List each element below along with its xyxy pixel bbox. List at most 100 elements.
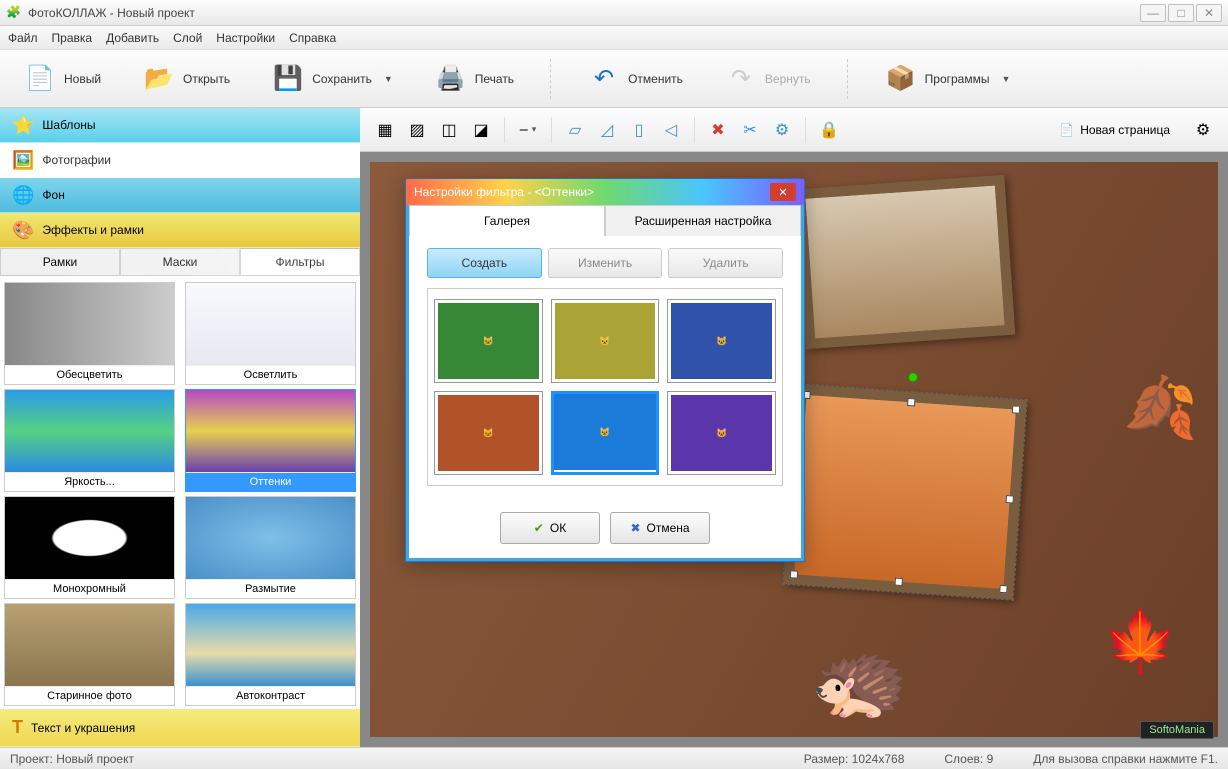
filter-thumb [186, 604, 355, 686]
print-label: Печать [475, 72, 514, 86]
minimize-button[interactable]: — [1140, 4, 1166, 22]
filter-item[interactable]: Старинное фото [4, 603, 175, 706]
resize-handle[interactable] [894, 578, 903, 587]
undo-icon: ↶ [588, 63, 620, 95]
filter-list[interactable]: ОбесцветитьОсветлитьЯркость...ОттенкиМон… [0, 276, 360, 709]
side-text[interactable]: TТекст и украшения [0, 709, 360, 747]
flip-v-button[interactable]: ◁ [656, 116, 686, 144]
hedgehog-decoration[interactable]: 🦔 [810, 633, 910, 727]
filter-item[interactable]: Автоконтраст [185, 603, 356, 706]
lock-button[interactable]: 🔒 [814, 116, 844, 144]
dialog-buttons: ✔ ОК ✖Отмена [409, 498, 801, 558]
resize-handle[interactable] [1005, 495, 1014, 504]
menu-edit[interactable]: Правка [52, 31, 93, 45]
page-settings-button[interactable]: ⚙ [1188, 116, 1218, 144]
resize-handle[interactable] [1012, 405, 1021, 414]
leaf-decoration[interactable]: 🍁 [1103, 606, 1178, 677]
bring-forward-button[interactable]: ◫ [434, 116, 464, 144]
resize-handle[interactable] [999, 585, 1008, 594]
photo-frame[interactable] [795, 175, 1016, 349]
redo-button[interactable]: ↷Вернуть [719, 59, 817, 99]
preset-swatch[interactable]: 🐱 [667, 299, 776, 383]
filter-item[interactable]: Осветлить [185, 282, 356, 385]
resize-handle[interactable] [790, 570, 799, 579]
filter-item[interactable]: Оттенки [185, 389, 356, 492]
palette-icon: 🎨 [12, 220, 34, 241]
leaf-decoration[interactable]: 🍂 [1123, 372, 1198, 443]
skew-button[interactable]: ◿ [592, 116, 622, 144]
filter-thumb [186, 390, 355, 472]
dialog-delete-button[interactable]: Удалить [668, 248, 783, 278]
ok-label: ОК [550, 521, 566, 535]
filter-item[interactable]: Монохромный [4, 496, 175, 599]
open-button[interactable]: 📂Открыть [137, 59, 236, 99]
side-photos[interactable]: 🖼️Фотографии [0, 143, 360, 178]
new-button[interactable]: 📄 Новый [18, 59, 107, 99]
preset-preview: 🐱 [438, 303, 539, 379]
dialog-tab-gallery[interactable]: Галерея [409, 205, 605, 236]
check-icon: ✔ [534, 521, 544, 535]
separator [551, 117, 552, 143]
programs-button[interactable]: 📦Программы▼ [879, 59, 1017, 99]
print-button[interactable]: 🖨️Печать [429, 59, 520, 99]
resize-handle[interactable] [907, 398, 916, 407]
preset-swatch[interactable]: 🐱 [667, 391, 776, 475]
dialog-cancel-button[interactable]: ✖Отмена [610, 512, 710, 544]
dialog-tab-advanced[interactable]: Расширенная настройка [605, 205, 801, 236]
filter-item[interactable]: Яркость... [4, 389, 175, 492]
layer-settings-button[interactable]: ⚙ [767, 116, 797, 144]
side-effects[interactable]: 🎨Эффекты и рамки [0, 213, 360, 248]
redo-label: Вернуть [765, 72, 811, 86]
send-backward-button[interactable]: ◪ [466, 116, 496, 144]
subtab-frames[interactable]: Рамки [0, 248, 120, 275]
subtab-filters[interactable]: Фильтры [240, 248, 360, 275]
send-back-button[interactable]: ▨ [402, 116, 432, 144]
side-templates[interactable]: ⭐Шаблоны [0, 108, 360, 143]
status-bar: Проект: Новый проект Размер: 1024x768 Сл… [0, 747, 1228, 769]
side-background[interactable]: 🌐Фон [0, 178, 360, 213]
dialog-title: Настройки фильтра - <Оттенки> [414, 185, 594, 199]
preset-swatch[interactable]: 🐱 [434, 299, 543, 383]
filter-label: Автоконтраст [186, 686, 355, 705]
align-button[interactable]: ⎯▾ [513, 116, 543, 144]
close-button[interactable]: ✕ [1196, 4, 1222, 22]
crop-button[interactable]: ✂ [735, 116, 765, 144]
menu-layer[interactable]: Слой [173, 31, 202, 45]
undo-label: Отменить [628, 72, 683, 86]
status-size: Размер: 1024x768 [804, 752, 905, 766]
new-icon: 📄 [24, 63, 56, 95]
subtab-masks[interactable]: Маски [120, 248, 240, 275]
dialog-edit-button[interactable]: Изменить [548, 248, 663, 278]
filter-item[interactable]: Размытие [185, 496, 356, 599]
filter-item[interactable]: Обесцветить [4, 282, 175, 385]
dropdown-icon[interactable]: ▼ [384, 74, 393, 84]
dialog-create-button[interactable]: Создать [427, 248, 542, 278]
preset-swatch[interactable]: 🐱 [551, 299, 660, 383]
menu-file[interactable]: Файл [8, 31, 38, 45]
menu-settings[interactable]: Настройки [216, 31, 275, 45]
preset-swatch[interactable]: 🐱 [434, 391, 543, 475]
new-page-button[interactable]: 📄Новая страница [1049, 116, 1180, 144]
delete-button[interactable]: ✖ [703, 116, 733, 144]
undo-button[interactable]: ↶ Отменить [582, 59, 689, 99]
new-label: Новый [64, 72, 101, 86]
app-icon: 🧩 [6, 5, 22, 21]
save-button[interactable]: 💾Сохранить▼ [266, 59, 399, 99]
separator [847, 59, 849, 99]
flip-h-button[interactable]: ▯ [624, 116, 654, 144]
photo-frame-selected[interactable] [783, 384, 1026, 600]
dialog-close-button[interactable]: ✕ [770, 183, 796, 201]
dialog-titlebar[interactable]: Настройки фильтра - <Оттенки> ✕ [406, 179, 804, 205]
maximize-button[interactable]: □ [1168, 4, 1194, 22]
rotate-handle[interactable] [908, 372, 919, 383]
menu-help[interactable]: Справка [289, 31, 336, 45]
menu-add[interactable]: Добавить [106, 31, 159, 45]
dropdown-icon[interactable]: ▼ [1001, 74, 1010, 84]
shear-button[interactable]: ▱ [560, 116, 590, 144]
preset-swatch[interactable]: 🐱 [551, 391, 660, 475]
menu-bar: Файл Правка Добавить Слой Настройки Спра… [0, 26, 1228, 50]
preset-preview: 🐱 [554, 394, 657, 470]
photos-icon: 🖼️ [12, 150, 34, 171]
dialog-ok-button[interactable]: ✔ ОК [500, 512, 600, 544]
bring-front-button[interactable]: ▦ [370, 116, 400, 144]
